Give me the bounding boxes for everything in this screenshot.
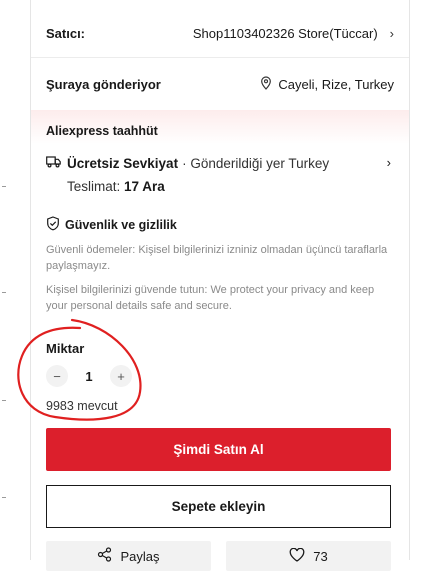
seller-link[interactable]: Shop1103402326 Store(Tüccar) › [193, 26, 394, 41]
share-label: Paylaş [120, 548, 160, 564]
ship-to-value: Cayeli, Rize, Turkey [278, 76, 394, 92]
left-edge-marks [0, 0, 12, 560]
share-button[interactable]: Paylaş [46, 541, 211, 571]
ship-to-location[interactable]: Cayeli, Rize, Turkey [260, 75, 394, 93]
buy-now-button[interactable]: Şimdi Satın Al [46, 428, 391, 471]
truck-icon [46, 155, 61, 171]
seller-row[interactable]: Satıcı: Shop1103402326 Store(Tüccar) › [46, 22, 394, 44]
heart-icon [289, 547, 305, 565]
secondary-actions: Paylaş 73 [46, 541, 391, 571]
stock-available: 9983 mevcut [46, 399, 118, 413]
increment-button[interactable]: + [110, 365, 132, 387]
chevron-right-icon[interactable]: › [387, 155, 391, 170]
aliexpress-commitment: Aliexpress taahhüt Ücretsiz Sevkiyat · G… [31, 110, 409, 320]
delivery-prefix: Teslimat: [67, 179, 125, 194]
free-shipping-label: Ücretsiz Sevkiyat [67, 155, 179, 171]
likes-count: 73 [313, 548, 328, 564]
security-title: Güvenlik ve gizlilik [65, 218, 177, 232]
seller-label: Satıcı: [46, 25, 86, 41]
quantity-label: Miktar [46, 341, 85, 356]
share-icon [97, 547, 112, 565]
ship-to-row[interactable]: Şuraya gönderiyor Cayeli, Rize, Turkey [46, 73, 394, 95]
location-pin-icon [260, 75, 272, 93]
product-purchase-panel: Satıcı: Shop1103402326 Store(Tüccar) › Ş… [30, 0, 410, 571]
decrement-button[interactable]: − [46, 365, 68, 387]
shipping-info[interactable]: Ücretsiz Sevkiyat · Gönderildiği yer Tur… [46, 155, 394, 194]
shipping-destination: · Gönderildiği yer Turkey [182, 155, 330, 171]
seller-name: Shop1103402326 Store(Tüccar) [192, 25, 378, 41]
quantity-value[interactable]: 1 [68, 369, 110, 384]
wishlist-button[interactable]: 73 [226, 541, 391, 571]
delivery-date: 17 Ara [124, 179, 165, 194]
shield-check-icon [46, 216, 60, 234]
commitment-title: Aliexpress taahhüt [46, 124, 158, 138]
chevron-right-icon: › [389, 25, 394, 41]
security-payments-text: Güvenli ödemeler: Kişisel bilgilerinizi … [46, 244, 388, 272]
add-to-cart-button[interactable]: Sepete ekleyin [46, 485, 391, 528]
ship-to-label: Şuraya gönderiyor [46, 76, 161, 92]
delivery-date-line: Teslimat: 17 Ara [67, 179, 394, 194]
divider [31, 57, 409, 58]
security-privacy-text: Kişisel bilgilerinizi güvende tutun: We … [46, 284, 375, 312]
security-privacy: Güvenlik ve gizlilik Güvenli ödemeler: K… [46, 216, 394, 314]
quantity-stepper[interactable]: − 1 + [46, 365, 132, 387]
